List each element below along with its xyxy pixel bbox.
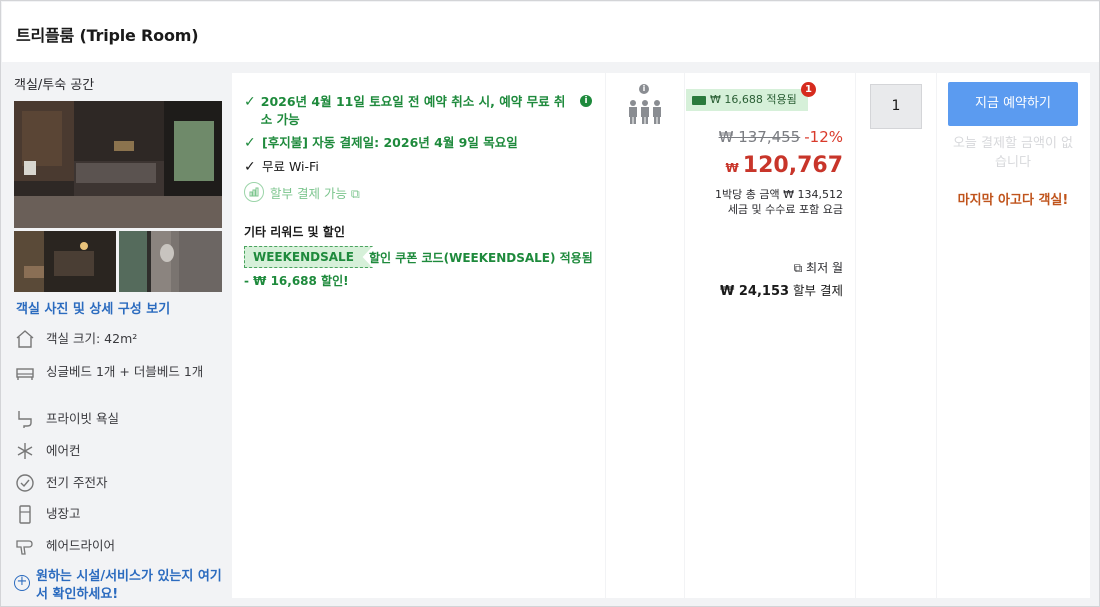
free-wifi: ✓ 무료 Wi-Fi (244, 158, 319, 176)
last-room-notice: 마지막 아고다 객실! (957, 193, 1069, 208)
info-icon[interactable]: i (580, 95, 592, 107)
check-icon: ✓ (244, 135, 256, 151)
room-title: 트리플룸 (Triple Room) (16, 26, 199, 45)
house-icon (14, 328, 36, 350)
room-photo-thumb[interactable] (14, 231, 116, 292)
tax-included-line: 세금 및 수수료 포함 요금 (727, 203, 843, 216)
per-night-line: 1박당 총 금액 ₩ 134,512 (715, 188, 843, 201)
other-rewards-title: 기타 리워드 및 할인 (244, 225, 345, 239)
coupon-discount-text: - ₩ 16,688 할인! (244, 274, 349, 288)
price-column: ₩ 16,688 적용됨 1 ₩ 137,455 -12% ₩120,767 1박… (685, 73, 855, 598)
promo-badge-text: ₩ 16,688 적용됨 (710, 93, 797, 106)
coupon-tag: WEEKENDSALE (244, 246, 373, 268)
plus-circle-icon: + (14, 575, 30, 591)
amenity-room-size: 객실 크기: 42m² (14, 328, 206, 350)
pay-later: ✓ [후지불] 자동 결제일: 2026년 4월 9일 목요일 (244, 134, 594, 152)
amenity-beds: 싱글베드 1개 + 더블베드 1개 (14, 361, 206, 383)
kettle-icon (14, 472, 36, 494)
fridge-icon (14, 503, 36, 525)
installment-icon (244, 182, 264, 202)
view-room-photos-link[interactable]: 객실 사진 및 상세 구성 보기 (16, 298, 170, 317)
final-price: ₩120,767 (726, 153, 843, 178)
monthly-suffix: 할부 결제 (789, 283, 843, 298)
pay-later-text: [후지불] 자동 결제일: 2026년 4월 9일 목요일 (262, 135, 518, 150)
facility-search-label: 원하는 시설/서비스가 있는지 여기서 확인하세요! (36, 569, 222, 602)
per-night-total: 1박당 총 금액 ₩ 134,512 세금 및 수수료 포함 요금 (715, 187, 843, 217)
booking-conditions: ✓ 2026년 4월 11일 토요일 전 예약 취소 시, 예약 무료 취소 가… (232, 73, 605, 598)
discount-percent: -12% (804, 128, 843, 146)
room-card: 트리플룸 (Triple Room) 객실/투숙 공간 객실 사진 및 상세 구… (0, 0, 1100, 607)
check-icon: ✓ (244, 159, 256, 175)
amenity-label: 프라이빗 욕실 (46, 411, 119, 426)
three-guests-icon (627, 99, 663, 129)
amenity-kettle: 전기 주전자 (14, 472, 206, 494)
lowest-monthly-label[interactable]: ⧉ 최저 월 (794, 259, 843, 276)
monthly-amount: ₩ 24,153 (720, 284, 790, 299)
no-payment-today-text: 오늘 결제할 금액이 없습니다 (952, 136, 1074, 170)
amenity-bathroom: 프라이빗 욕실 (14, 408, 206, 430)
ticket-icon (692, 95, 706, 105)
occupancy-column: i (606, 73, 684, 598)
bed-icon (14, 361, 36, 383)
free-cancellation: ✓ 2026년 4월 11일 토요일 전 예약 취소 시, 예약 무료 취소 가… (244, 93, 574, 129)
amenity-aircon: 에어컨 (14, 440, 206, 462)
check-icon: ✓ (244, 94, 256, 110)
amenity-hairdryer: 헤어드라이어 (14, 535, 206, 557)
promo-badge[interactable]: ₩ 16,688 적용됨 (686, 89, 808, 111)
amenity-label: 전기 주전자 (46, 475, 108, 490)
snowflake-icon (14, 440, 36, 462)
amenity-fridge: 냉장고 (14, 503, 206, 525)
final-price-value: 120,767 (742, 153, 843, 178)
book-now-button[interactable]: 지금 예약하기 (948, 82, 1078, 126)
amenity-label: 헤어드라이어 (46, 538, 116, 553)
amenity-label: 싱글베드 1개 + 더블베드 1개 (46, 364, 204, 379)
quantity-column: 1 (856, 73, 936, 598)
room-header: 트리플룸 (Triple Room) (2, 2, 1099, 62)
room-photo-main[interactable] (14, 101, 222, 228)
cancellation-text: 2026년 4월 11일 토요일 전 예약 취소 시, 예약 무료 취소 가능 (260, 94, 566, 127)
wifi-text: 무료 Wi-Fi (262, 159, 319, 174)
info-icon[interactable]: i (639, 84, 649, 94)
amenity-label: 에어컨 (46, 443, 81, 458)
amenity-label: 객실 크기: 42m² (46, 331, 138, 346)
original-price: ₩ 137,455 -12% (719, 128, 843, 146)
installment-option[interactable]: 할부 결제 가능 ⧉ (244, 182, 360, 202)
room-info-column: 객실/투숙 공간 객실 사진 및 상세 구성 보기 객실 크기: 42m² 싱글… (2, 62, 230, 606)
promo-count-badge: 1 (801, 82, 816, 97)
installment-text: 할부 결제 가능 ⧉ (270, 185, 360, 201)
monthly-installment: ₩ 24,153 할부 결제 (720, 280, 843, 299)
amenity-label: 냉장고 (46, 506, 81, 521)
coupon-applied-text: 할인 쿠폰 코드(WEEKENDSALE) 적용됨 (369, 251, 593, 265)
currency-symbol: ₩ (725, 161, 739, 175)
hairdryer-icon (14, 535, 36, 557)
original-price-value: ₩ 137,455 (718, 128, 801, 146)
section-title: 객실/투숙 공간 (14, 78, 95, 93)
bathtub-icon (14, 408, 36, 430)
room-quantity-select[interactable]: 1 (870, 84, 922, 129)
booking-column: 지금 예약하기 오늘 결제할 금액이 없습니다 마지막 아고다 객실! (937, 73, 1090, 598)
room-photo-thumb[interactable] (119, 231, 222, 292)
facility-search-link[interactable]: + 원하는 시설/서비스가 있는지 여기서 확인하세요! (14, 568, 226, 604)
